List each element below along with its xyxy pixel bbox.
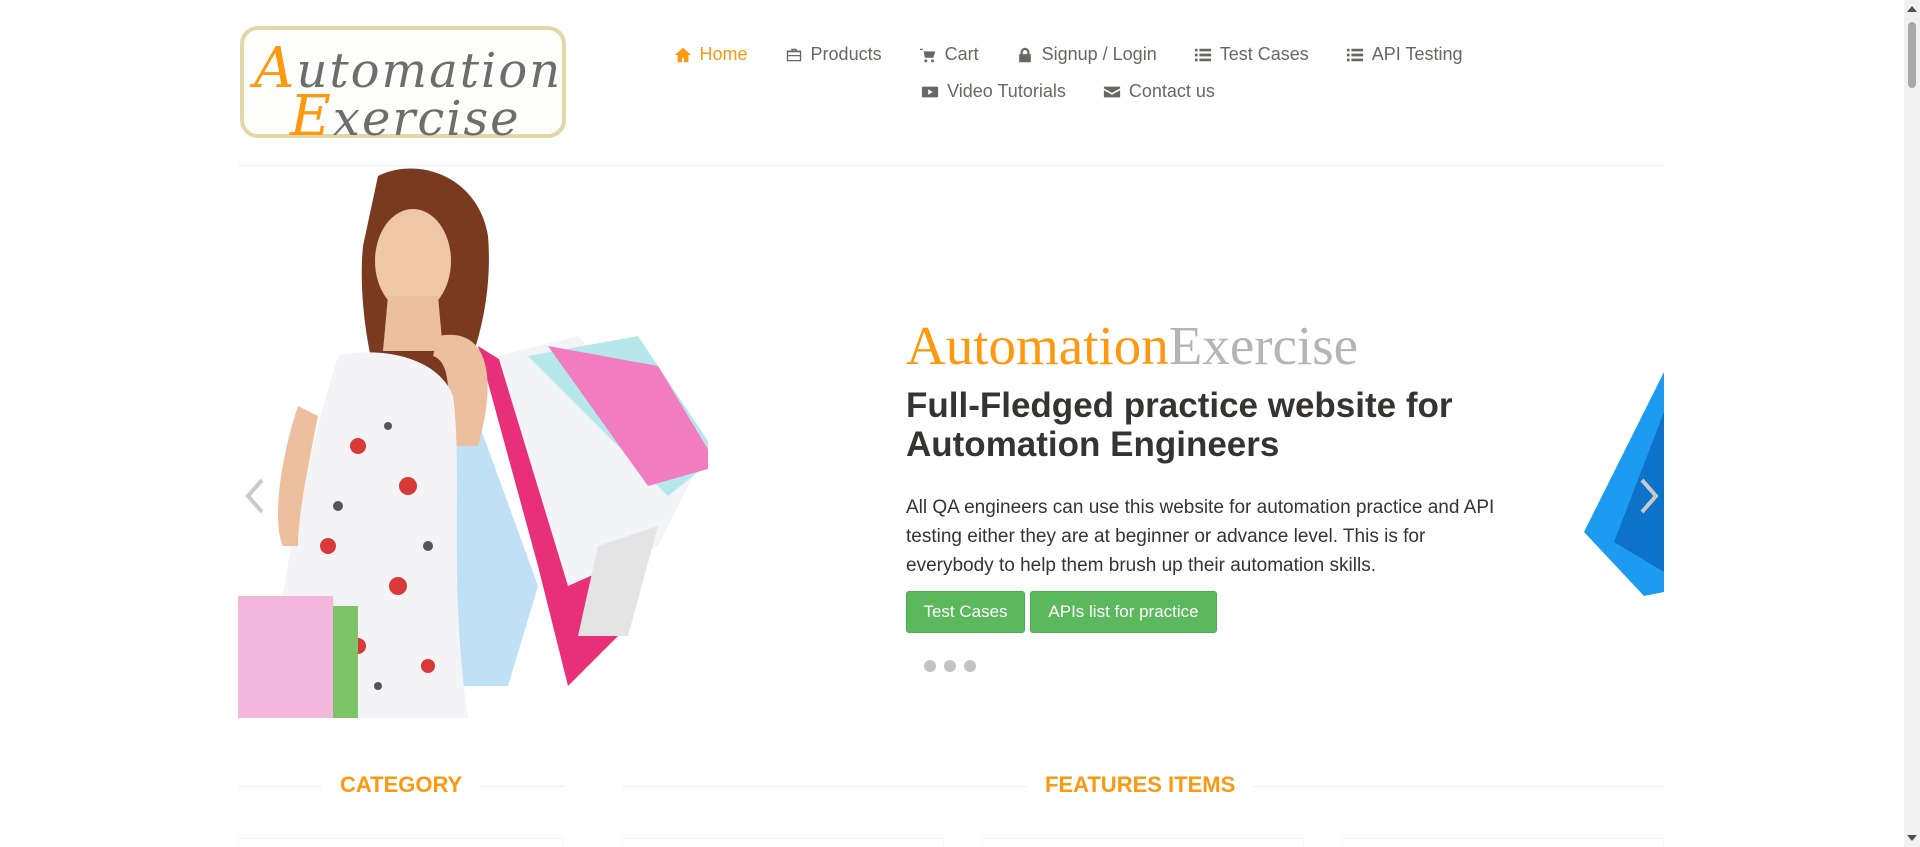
nav-api-testing[interactable]: API Testing — [1346, 44, 1462, 65]
scroll-down-icon[interactable] — [1907, 835, 1917, 841]
logo-line-2: Exercise — [290, 84, 521, 149]
main-nav: Home Products Cart Signup / Login Test C… — [674, 36, 1462, 110]
nav-cart[interactable]: Cart — [919, 44, 979, 65]
hero-slider: AutomationExercise Full-Fledged practice… — [238, 166, 1664, 718]
slider-brand-title: AutomationExercise — [906, 315, 1359, 376]
page-scrollbar[interactable] — [1904, 0, 1920, 847]
cart-icon — [919, 48, 935, 62]
product-card — [622, 838, 944, 847]
test-cases-button[interactable]: Test Cases — [906, 591, 1025, 633]
scroll-thumb[interactable] — [1908, 22, 1916, 88]
slider-dot[interactable] — [944, 660, 956, 672]
nav-row-2: Video Tutorials Contact us — [718, 73, 1418, 110]
nav-video-tutorials[interactable]: Video Tutorials — [921, 81, 1066, 102]
slider-indicators — [924, 660, 976, 672]
nav-row-1: Home Products Cart Signup / Login Test C… — [674, 36, 1462, 73]
apis-list-button[interactable]: APIs list for practice — [1030, 591, 1217, 633]
site-header: Automation Exercise Home Products Cart S… — [238, 0, 1664, 166]
briefcase-icon — [786, 48, 801, 61]
nav-products[interactable]: Products — [785, 44, 882, 65]
shopping-woman-image — [238, 168, 708, 718]
list-icon — [1194, 48, 1211, 61]
site-logo[interactable]: Automation Exercise — [240, 26, 566, 149]
category-title: CATEGORY — [322, 772, 481, 798]
slider-description: All QA engineers can use this website fo… — [906, 497, 1495, 576]
nav-test-cases[interactable]: Test Cases — [1194, 44, 1309, 65]
home-icon — [674, 47, 691, 62]
list-icon — [1346, 48, 1363, 61]
slider-dot[interactable] — [964, 660, 976, 672]
nav-home[interactable]: Home — [674, 44, 748, 65]
lock-icon — [1018, 47, 1031, 62]
slider-prev-icon[interactable] — [240, 466, 270, 526]
nav-contact-us[interactable]: Contact us — [1103, 81, 1215, 102]
slider-dot[interactable] — [924, 660, 936, 672]
features-items-title: FEATURES ITEMS — [1027, 772, 1254, 798]
slider-next-icon[interactable] — [1634, 466, 1664, 526]
youtube-play-icon — [921, 86, 939, 97]
product-card — [1342, 838, 1664, 847]
scroll-up-icon[interactable] — [1907, 6, 1917, 12]
product-card — [982, 838, 1304, 847]
slider-headline: Full-Fledged practice website for Automa… — [906, 386, 1453, 464]
nav-signup-login[interactable]: Signup / Login — [1016, 44, 1157, 65]
category-panel — [238, 838, 564, 847]
envelope-icon — [1103, 86, 1120, 97]
